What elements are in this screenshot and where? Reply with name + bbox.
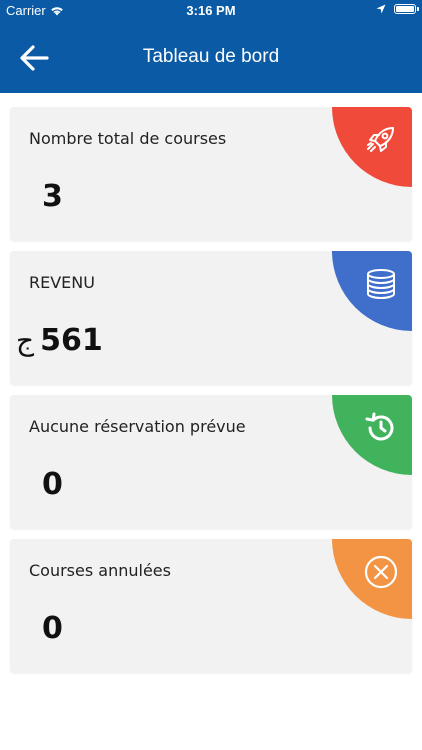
- card-total-rides[interactable]: Nombre total de courses 3: [10, 107, 412, 241]
- status-time: 3:16 PM: [186, 3, 236, 18]
- card-value: 0: [42, 467, 63, 502]
- currency-symbol: ج: [16, 324, 35, 357]
- dashboard-cards: Nombre total de courses 3 REVENU ج 561 A…: [10, 107, 412, 683]
- nav-bar: Tableau de bord: [0, 22, 422, 93]
- card-label: REVENU: [29, 273, 95, 292]
- card-label: Nombre total de courses: [29, 129, 227, 148]
- card-value-number: 561: [40, 323, 103, 358]
- card-scheduled-bookings[interactable]: Aucune réservation prévue 0: [10, 395, 412, 529]
- card-label: Courses annulées: [29, 561, 171, 580]
- status-indicators: [376, 4, 419, 14]
- rocket-icon: [362, 121, 400, 159]
- coins-icon: [362, 265, 400, 303]
- battery-icon: [394, 4, 419, 14]
- card-value: 0: [42, 611, 63, 646]
- card-value: 3: [42, 179, 63, 214]
- card-label: Aucune réservation prévue: [29, 417, 246, 436]
- card-value-number: 0: [42, 467, 63, 502]
- card-cancelled-rides[interactable]: Courses annulées 0: [10, 539, 412, 673]
- card-value-number: 3: [42, 179, 63, 214]
- cancel-circle-icon: [362, 553, 400, 591]
- page-title: Tableau de bord: [142, 46, 280, 67]
- history-icon: [362, 409, 400, 447]
- card-revenue[interactable]: REVENU ج 561: [10, 251, 412, 385]
- battery-level: [396, 6, 414, 12]
- card-value: ج 561: [16, 323, 103, 358]
- app-header: Carrier 3:16 PM Tableau de bord: [0, 0, 422, 93]
- card-value-number: 0: [42, 611, 63, 646]
- status-bar: Carrier 3:16 PM: [0, 0, 422, 22]
- location-arrow-icon: [376, 4, 386, 14]
